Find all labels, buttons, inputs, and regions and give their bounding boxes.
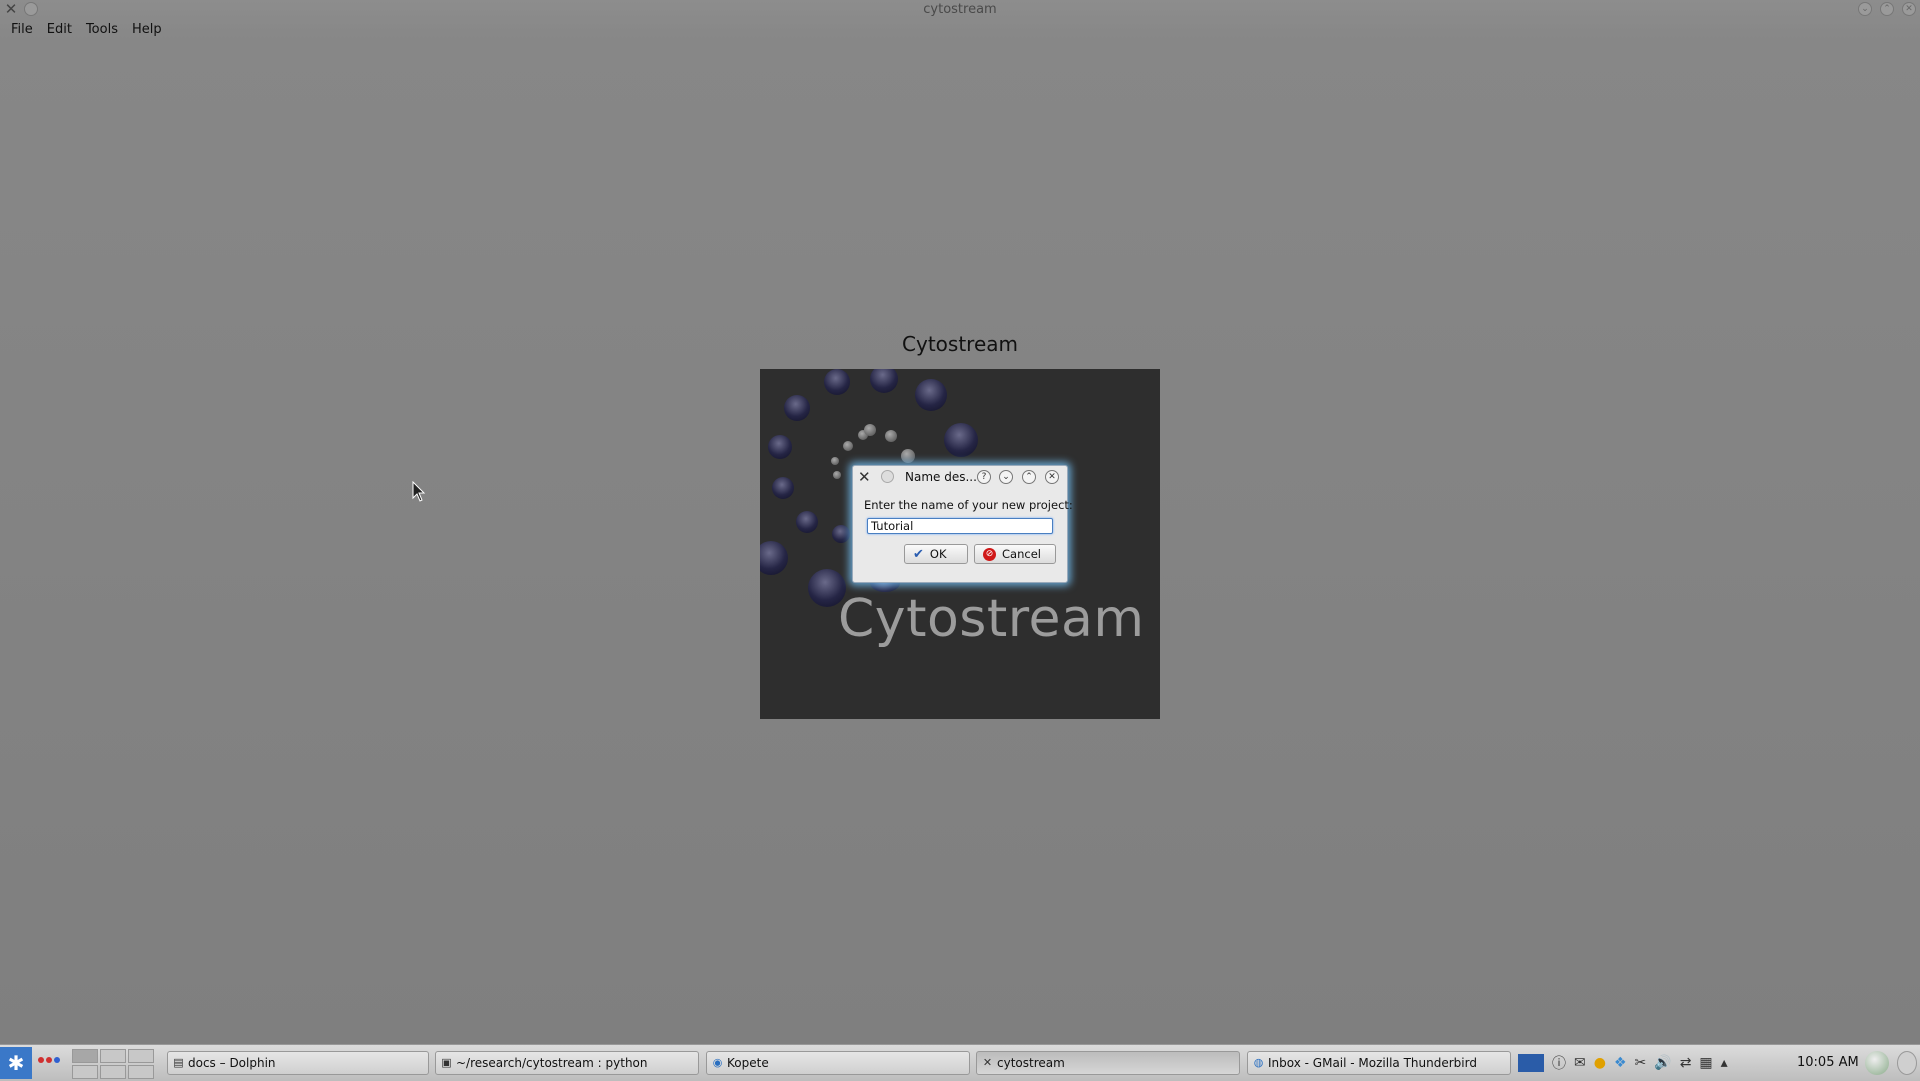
clock[interactable]: 10:05 AM xyxy=(1797,1051,1859,1075)
check-icon: ✔ xyxy=(913,546,924,562)
pin-icon[interactable] xyxy=(881,470,894,483)
logo-dot xyxy=(831,457,839,465)
window-title: cytostream xyxy=(923,2,997,17)
scissors-icon[interactable]: ✂ xyxy=(1635,1055,1647,1071)
mouse-cursor-icon xyxy=(412,481,426,502)
task-kopete[interactable]: ◉ Kopete xyxy=(706,1051,970,1075)
pager-desktop[interactable] xyxy=(100,1049,126,1063)
ok-label: OK xyxy=(929,547,947,561)
taskbar: ✱ ▤ docs – Dolphin ▣ ~/research/cytostre… xyxy=(0,1044,1920,1081)
system-tray: ⓘ ✉ ● ❖ ✂ 🔊 ⇄ ▦ ▴ xyxy=(1518,1051,1728,1075)
panel-toolbox-icon[interactable] xyxy=(1897,1051,1917,1075)
menu-help[interactable]: Help xyxy=(125,20,169,40)
pager-desktop[interactable] xyxy=(72,1065,98,1079)
maximize-icon[interactable]: ⌃ xyxy=(1022,470,1036,484)
menu-file[interactable]: File xyxy=(4,20,40,40)
splash-logo-text: Cytostream xyxy=(838,589,1145,649)
close-icon[interactable]: ✕ xyxy=(1045,470,1059,484)
project-name-input[interactable] xyxy=(867,518,1053,534)
info-icon[interactable]: ⓘ xyxy=(1552,1053,1566,1073)
logo-dot xyxy=(833,471,841,479)
app-icon[interactable]: ✕ xyxy=(4,2,18,17)
menu-tools[interactable]: Tools xyxy=(79,20,125,40)
cancel-label: Cancel xyxy=(1002,547,1041,561)
globe-icon[interactable] xyxy=(1865,1051,1889,1075)
task-dolphin[interactable]: ▤ docs – Dolphin xyxy=(167,1051,429,1075)
ok-button[interactable]: ✔ OK xyxy=(904,544,968,564)
logo-dot xyxy=(768,435,792,459)
logo-dot xyxy=(760,541,788,575)
chevron-up-icon[interactable]: ▴ xyxy=(1721,1055,1728,1071)
maximize-icon[interactable]: ⌃ xyxy=(1880,2,1894,16)
dialog-prompt: Enter the name of your new project: xyxy=(864,498,1073,512)
task-label: Kopete xyxy=(727,1056,769,1070)
dialog-titlebar[interactable]: ✕ Name des... ? ⌄ ⌃ ✕ xyxy=(853,466,1067,488)
activity-icon[interactable] xyxy=(38,1057,60,1063)
network-icon[interactable]: ⇄ xyxy=(1680,1055,1692,1071)
task-label: Inbox - GMail - Mozilla Thunderbird xyxy=(1268,1056,1477,1070)
close-icon[interactable]: ✕ xyxy=(1902,2,1916,16)
notification-icon[interactable]: ● xyxy=(1594,1055,1606,1071)
logo-dot xyxy=(843,441,853,451)
terminal-icon: ▣ xyxy=(441,1056,452,1069)
cancel-button[interactable]: ⊘ Cancel xyxy=(974,544,1056,564)
pin-icon[interactable] xyxy=(24,2,38,16)
app-icon[interactable]: ✕ xyxy=(858,468,871,486)
logo-dot xyxy=(784,395,810,421)
logo-dot xyxy=(944,423,978,457)
app-icon: ✕ xyxy=(982,1056,993,1069)
pager-desktop[interactable] xyxy=(128,1065,154,1079)
window-titlebar[interactable]: ✕ cytostream ⌄ ⌃ ✕ xyxy=(0,0,1920,20)
kde-start-button[interactable]: ✱ xyxy=(0,1047,32,1079)
logo-dot xyxy=(824,369,850,395)
pager-desktop[interactable] xyxy=(100,1065,126,1079)
logo-dot xyxy=(870,369,898,393)
folder-icon: ▤ xyxy=(173,1056,184,1069)
pager-desktop[interactable] xyxy=(72,1049,98,1063)
task-terminal[interactable]: ▣ ~/research/cytostream : python xyxy=(435,1051,699,1075)
logo-dot xyxy=(901,449,915,463)
task-label: docs – Dolphin xyxy=(188,1056,276,1070)
device-icon[interactable]: ▦ xyxy=(1699,1055,1712,1071)
task-label: ~/research/cytostream : python xyxy=(456,1056,648,1070)
menu-edit[interactable]: Edit xyxy=(40,20,79,40)
logo-dot xyxy=(885,430,897,442)
logo-dot xyxy=(864,424,876,436)
splash-heading: Cytostream xyxy=(902,332,1018,356)
task-thunderbird[interactable]: ◍ Inbox - GMail - Mozilla Thunderbird xyxy=(1247,1051,1511,1075)
minimize-icon[interactable]: ⌄ xyxy=(999,470,1013,484)
pager-desktop[interactable] xyxy=(128,1049,154,1063)
logo-dot xyxy=(915,379,947,411)
logo-dot xyxy=(796,511,818,533)
task-label: cytostream xyxy=(997,1056,1065,1070)
minimize-icon[interactable]: ⌄ xyxy=(1858,2,1872,16)
name-project-dialog: ✕ Name des... ? ⌄ ⌃ ✕ Enter the name of … xyxy=(852,465,1073,583)
dropbox-icon[interactable]: ❖ xyxy=(1614,1055,1627,1071)
menubar: File Edit Tools Help xyxy=(0,20,169,40)
dialog-title: Name des... xyxy=(905,470,977,484)
cancel-icon: ⊘ xyxy=(983,547,996,561)
mail-icon[interactable]: ✉ xyxy=(1574,1055,1586,1071)
chat-icon: ◉ xyxy=(712,1056,723,1069)
help-icon[interactable]: ? xyxy=(977,470,991,484)
task-cytostream[interactable]: ✕ cytostream xyxy=(976,1051,1240,1075)
monitor-icon[interactable] xyxy=(1518,1054,1544,1072)
logo-dot xyxy=(832,525,850,543)
desktop-pager xyxy=(72,1049,154,1079)
volume-icon[interactable]: 🔊 xyxy=(1654,1055,1671,1071)
thunderbird-icon: ◍ xyxy=(1253,1056,1264,1069)
logo-dot xyxy=(772,477,794,499)
